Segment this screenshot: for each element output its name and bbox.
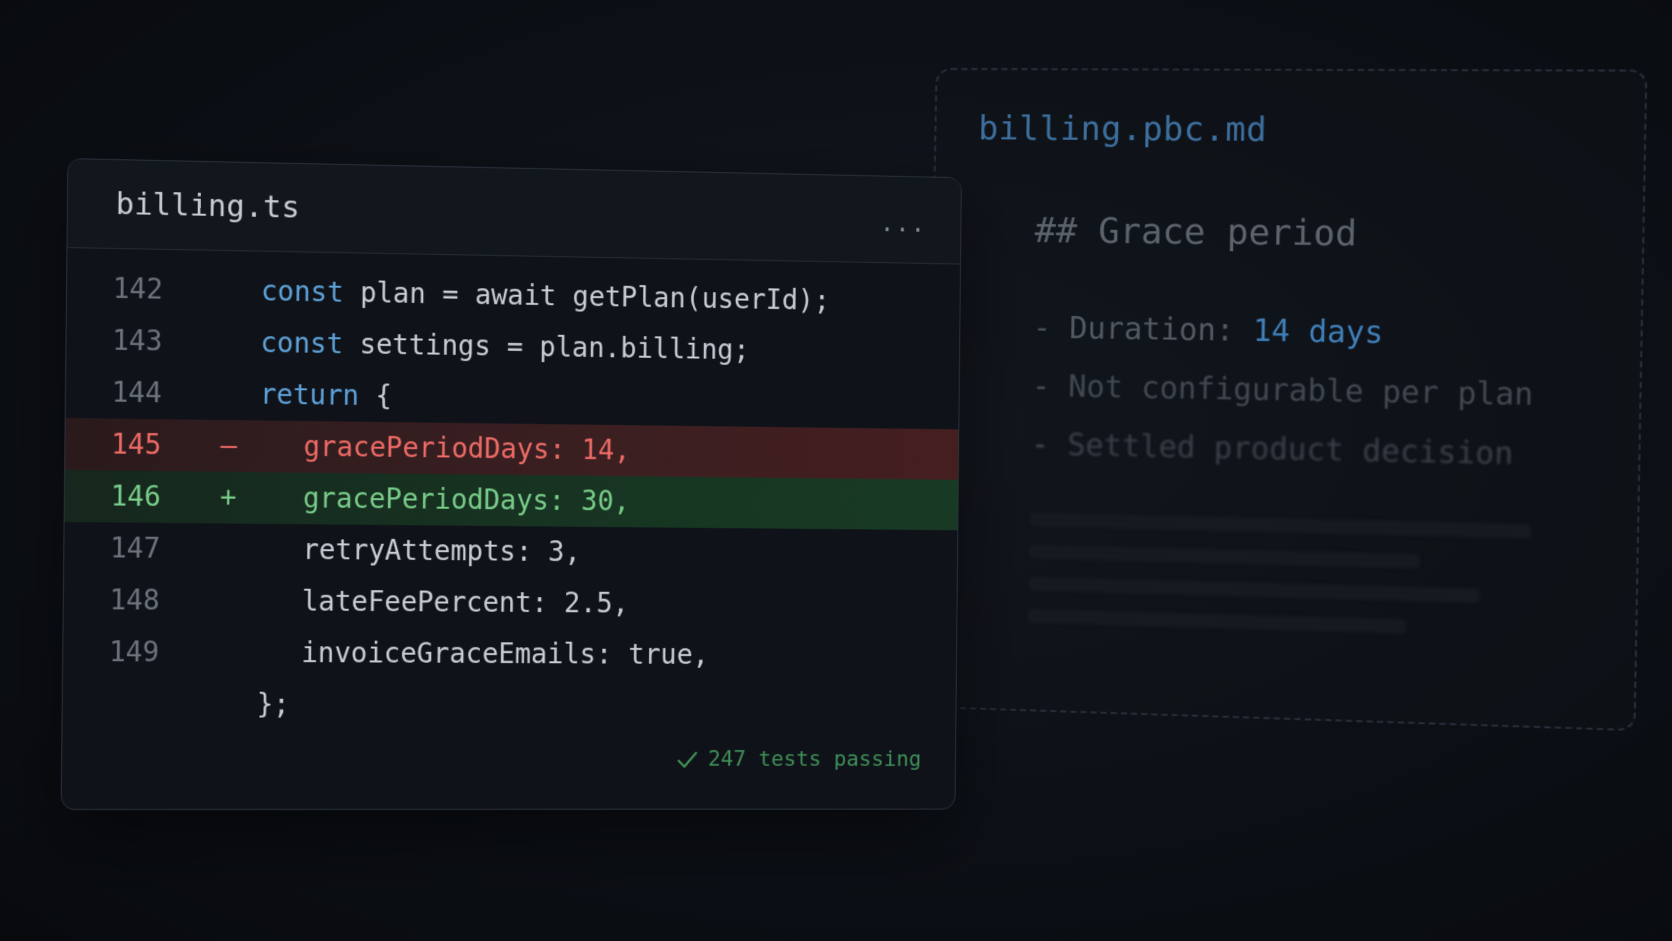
code-editor-panel: billing.ts ... 142 const plan = await ge… [61,158,962,810]
placeholder-line [1028,609,1406,634]
editor-filename[interactable]: billing.ts [115,186,299,225]
more-options-icon[interactable]: ... [880,210,927,238]
code-text: const plan = await getPlan(userId); [261,266,830,327]
spec-bullet-settled: - Settled product decision [1030,416,1532,485]
bullet-dash: - [1031,427,1050,463]
code-line: 148 lateFeePercent: 2.5, [64,574,957,631]
code-line: 147 retryAttempts: 3, [64,522,957,581]
bullet-label: Not configurable per plan [1068,369,1534,413]
line-number: 144 [111,367,171,420]
line-number: 147 [110,522,170,574]
placeholder-line [1029,544,1420,568]
test-status: 247 tests passing [676,747,922,772]
line-number: 143 [112,315,172,368]
spec-panel: billing.pbc.md ## Grace period - Duration… [924,68,1647,731]
diff-added-marker: + [213,472,243,524]
placeholder-line [1030,512,1532,538]
placeholder-line [1028,577,1479,603]
line-number: 142 [113,263,173,316]
spec-heading: ## Grace period [1034,211,1357,255]
duration-value: 14 days [1253,313,1384,351]
line-number: 146 [110,471,170,523]
code-content: settings = plan.billing; [343,327,750,366]
code-content: plan = await getPlan(userId); [343,276,830,317]
spec-filename[interactable]: billing.pbc.md [978,108,1267,149]
code-content: gracePeriodDays: 30, [259,472,631,527]
code-keyword: return [260,378,359,412]
code-line: }; [62,678,955,732]
spec-placeholder-lines [1028,512,1532,655]
code-text: return { [260,369,393,422]
code-line-added: 146 + gracePeriodDays: 30, [65,470,958,530]
code-text: const settings = plan.billing; [260,317,749,376]
editor-header: billing.ts ... [67,159,960,264]
spec-bullet-duration: - Duration: 14 days [1032,299,1534,365]
test-status-text: 247 tests passing [708,747,921,772]
bullet-dash: - [1032,369,1051,404]
code-content: gracePeriodDays: 14, [259,420,631,476]
diff-removed-marker: – [214,420,244,472]
bullet-dash: - [1033,310,1052,345]
spec-bullet-not-configurable: - Not configurable per plan [1031,358,1533,426]
spec-bullet-list: - Duration: 14 days - Not configurable per… [1030,299,1534,485]
bullet-label: Settled product decision [1067,428,1514,473]
code-keyword: const [260,326,343,360]
line-number: 148 [109,574,169,626]
line-number: 145 [111,419,171,472]
code-body: 142 const plan = await getPlan(userId); … [62,248,960,732]
check-icon [676,748,699,772]
bullet-label: Duration: [1069,311,1253,349]
code-keyword: const [261,274,344,308]
code-content: { [359,379,392,412]
code-content: lateFeePercent: 2.5, [257,575,629,629]
code-line: 149 invoiceGraceEmails: true, [63,626,956,682]
code-content: invoiceGraceEmails: true, [257,627,709,680]
code-content: retryAttempts: 3, [258,524,581,578]
line-number: 149 [109,626,169,678]
code-content: }; [256,679,290,731]
